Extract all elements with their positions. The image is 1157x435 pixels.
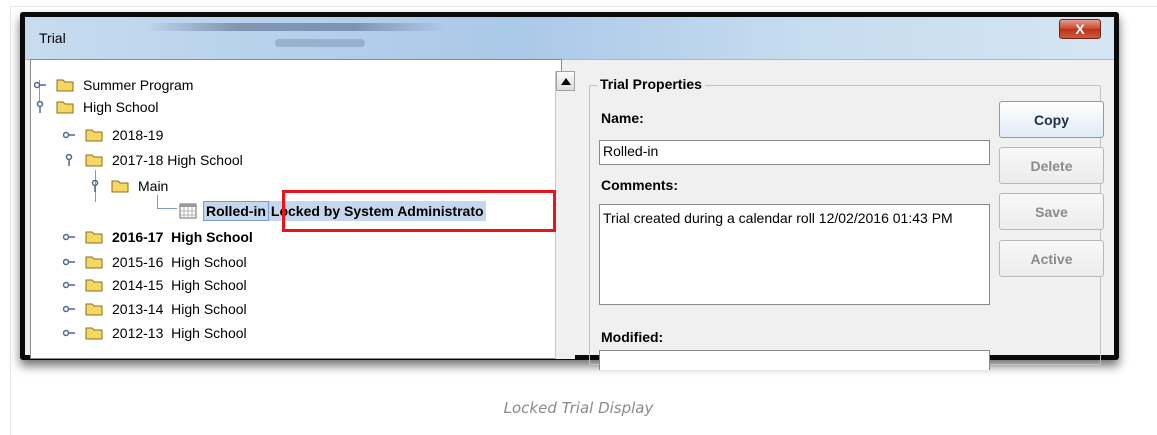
folder-icon — [85, 154, 103, 167]
tree-item[interactable]: 2016-17 High School — [63, 226, 253, 248]
properties-legend: Trial Properties — [597, 76, 705, 92]
tree-connector — [157, 208, 177, 209]
content-frame-top — [10, 6, 1157, 7]
modified-field — [599, 350, 990, 370]
collapsed-handle-icon[interactable] — [63, 129, 75, 141]
collapsed-handle-icon[interactable] — [63, 231, 75, 243]
selected-trial-row[interactable]: Rolled-in Locked by System Administrato — [179, 200, 486, 222]
tree-item[interactable]: 2017-18 High School — [63, 149, 243, 171]
tree-item[interactable]: High School — [34, 96, 159, 118]
locked-status-text: Locked by System Administrato — [268, 201, 486, 221]
trial-properties-panel: Trial Properties Name: Rolled-in Comment… — [589, 70, 1114, 370]
comments-field[interactable]: Trial created during a calendar roll 12/… — [599, 204, 990, 305]
expanded-handle-icon[interactable] — [89, 180, 101, 192]
collapsed-handle-icon[interactable] — [34, 79, 46, 91]
tree-item[interactable]: 2012-13 High School — [63, 322, 247, 344]
copy-button[interactable]: Copy — [999, 101, 1104, 138]
tree-item[interactable]: 2018-19 — [63, 124, 163, 146]
tree-item[interactable]: 2013-14 High School — [63, 298, 247, 320]
scroll-up-button[interactable] — [556, 71, 575, 91]
name-field[interactable]: Rolled-in — [599, 140, 990, 165]
active-button[interactable]: Active — [999, 240, 1104, 277]
tree-item-label: Main — [138, 178, 169, 194]
tree-item-label: 2017-18 High School — [112, 152, 243, 168]
delete-button[interactable]: Delete — [999, 147, 1104, 184]
folder-icon — [85, 129, 103, 142]
blurred-title-region-2 — [275, 39, 365, 47]
blurred-title-region — [145, 23, 445, 31]
tree-item-label: 2015-16 High School — [112, 254, 247, 270]
tree-scrollbar[interactable] — [555, 71, 575, 359]
tree-item-label: 2016-17 High School — [112, 229, 253, 245]
tree-item-label: 2012-13 High School — [112, 325, 247, 341]
tree-item-label: High School — [83, 99, 159, 115]
folder-icon — [85, 231, 103, 244]
title-bar: Trial X — [25, 17, 1114, 60]
collapsed-handle-icon[interactable] — [63, 327, 75, 339]
folder-icon — [85, 256, 103, 269]
collapsed-handle-icon[interactable] — [63, 279, 75, 291]
tree-item-label: Summer Program — [83, 77, 194, 93]
tree-item-label: 2014-15 High School — [112, 277, 247, 293]
folder-icon — [85, 327, 103, 340]
folder-icon — [56, 79, 74, 92]
close-button[interactable]: X — [1059, 19, 1101, 39]
folder-icon — [56, 101, 74, 114]
arrow-up-icon — [560, 77, 571, 85]
folder-icon — [85, 303, 103, 316]
tree-item[interactable]: Summer Program — [34, 74, 193, 96]
expanded-handle-icon[interactable] — [63, 154, 75, 166]
tree-item-label: 2018-19 — [112, 127, 164, 143]
trial-tree[interactable]: Summer Program High School 2018-19 2017-… — [30, 59, 562, 359]
selected-trial-label: Rolled-in — [203, 201, 269, 221]
name-label: Name: — [601, 110, 644, 126]
tree-item[interactable]: 2015-16 High School — [63, 251, 247, 273]
tree-item[interactable]: Main — [89, 175, 168, 197]
calendar-icon — [179, 203, 197, 219]
tree-item-label: 2013-14 High School — [112, 301, 247, 317]
expanded-handle-icon[interactable] — [34, 101, 46, 113]
window-title: Trial — [39, 30, 66, 46]
folder-icon — [111, 180, 129, 193]
modified-label: Modified: — [601, 329, 664, 345]
folder-icon — [85, 279, 103, 292]
content-frame-left — [10, 6, 11, 435]
comments-label: Comments: — [601, 177, 679, 193]
collapsed-handle-icon[interactable] — [63, 303, 75, 315]
save-button[interactable]: Save — [999, 193, 1104, 230]
figure-caption: Locked Trial Display — [503, 399, 654, 417]
collapsed-handle-icon[interactable] — [63, 256, 75, 268]
tree-item[interactable]: 2014-15 High School — [63, 274, 247, 296]
